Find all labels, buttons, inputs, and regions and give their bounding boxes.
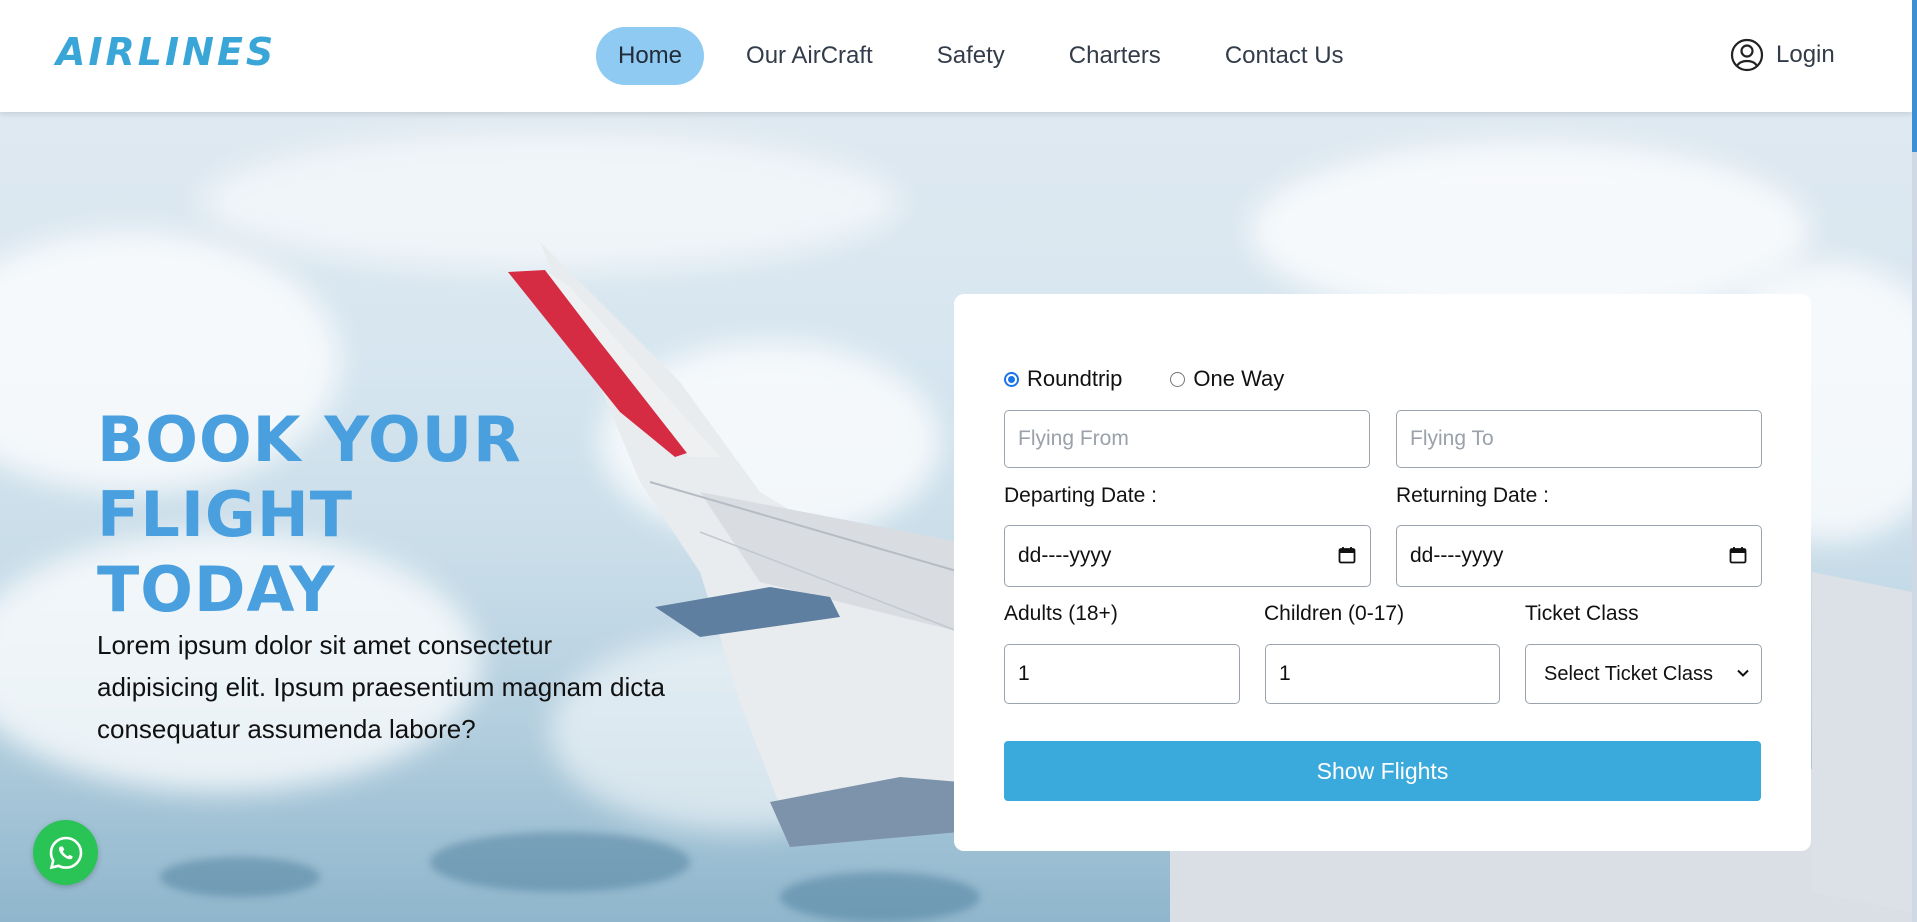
nav-item-home[interactable]: Home bbox=[596, 27, 705, 85]
calendar-icon[interactable] bbox=[1338, 546, 1356, 564]
roundtrip-radio[interactable] bbox=[1004, 371, 1019, 387]
children-input[interactable]: 1 bbox=[1265, 644, 1500, 704]
nav-item-our-aircraft[interactable]: Our AirCraft bbox=[724, 27, 895, 85]
nav-item-charters[interactable]: Charters bbox=[1047, 27, 1183, 85]
returning-date-input[interactable]: dd----yyyy bbox=[1396, 525, 1762, 587]
ticket-class-label: Ticket Class bbox=[1525, 602, 1639, 625]
returning-date-value: dd----yyyy bbox=[1410, 544, 1504, 567]
ticket-class-select[interactable]: Select Ticket Class bbox=[1525, 644, 1762, 704]
login-label: Login bbox=[1776, 41, 1835, 68]
departing-date-input[interactable]: dd----yyyy bbox=[1004, 525, 1371, 587]
hero-title-line: BOOK YOUR bbox=[97, 403, 522, 476]
roundtrip-label: Roundtrip bbox=[1027, 366, 1123, 391]
main-nav: Home Our AirCraft Safety Charters Contac… bbox=[596, 27, 1386, 85]
departing-date-value: dd----yyyy bbox=[1018, 544, 1112, 567]
scrollbar-track bbox=[1912, 152, 1917, 922]
nav-item-safety[interactable]: Safety bbox=[915, 27, 1027, 85]
chevron-down-icon bbox=[1737, 669, 1749, 677]
flying-to-input[interactable]: Flying To bbox=[1396, 410, 1762, 468]
ticket-class-selected: Select Ticket Class bbox=[1544, 662, 1713, 685]
returning-date-label: Returning Date : bbox=[1396, 484, 1549, 507]
flying-from-placeholder: Flying From bbox=[1018, 427, 1129, 450]
one-way-radio[interactable] bbox=[1170, 371, 1186, 387]
hero-description: Lorem ipsum dolor sit amet consectetur a… bbox=[97, 630, 665, 744]
children-label: Children (0-17) bbox=[1264, 602, 1405, 625]
whatsapp-icon bbox=[49, 836, 82, 869]
flying-from-input[interactable]: Flying From bbox=[1004, 410, 1370, 468]
flying-to-placeholder: Flying To bbox=[1410, 427, 1494, 450]
one-way-option[interactable]: One Way bbox=[1170, 366, 1284, 392]
departing-date-label: Departing Date : bbox=[1004, 484, 1157, 507]
hero-title: BOOK YOUR FLIGHT TODAY bbox=[97, 402, 577, 627]
adults-value: 1 bbox=[1018, 662, 1030, 685]
whatsapp-button[interactable] bbox=[33, 820, 98, 885]
nav-item-contact-us[interactable]: Contact Us bbox=[1203, 27, 1366, 85]
adults-input[interactable]: 1 bbox=[1004, 644, 1240, 704]
flight-booking-form: Roundtrip One Way Flying From Flying To … bbox=[954, 294, 1811, 851]
one-way-label: One Way bbox=[1193, 366, 1285, 391]
calendar-icon[interactable] bbox=[1729, 546, 1747, 564]
children-value: 1 bbox=[1279, 662, 1291, 685]
top-navbar: AIRLINES Home Our AirCraft Safety Charte… bbox=[0, 0, 1912, 112]
adults-label: Adults (18+) bbox=[1004, 602, 1118, 625]
brand-logo[interactable]: AIRLINES bbox=[56, 30, 276, 74]
hero-title-line: FLIGHT bbox=[97, 478, 353, 551]
login-button[interactable]: Login bbox=[1730, 38, 1835, 72]
hero-title-line: TODAY bbox=[97, 553, 336, 626]
roundtrip-option[interactable]: Roundtrip bbox=[1004, 366, 1122, 392]
show-flights-button[interactable]: Show Flights bbox=[1004, 741, 1761, 801]
user-circle-icon bbox=[1730, 38, 1764, 72]
trip-type-group: Roundtrip One Way bbox=[1004, 366, 1332, 392]
